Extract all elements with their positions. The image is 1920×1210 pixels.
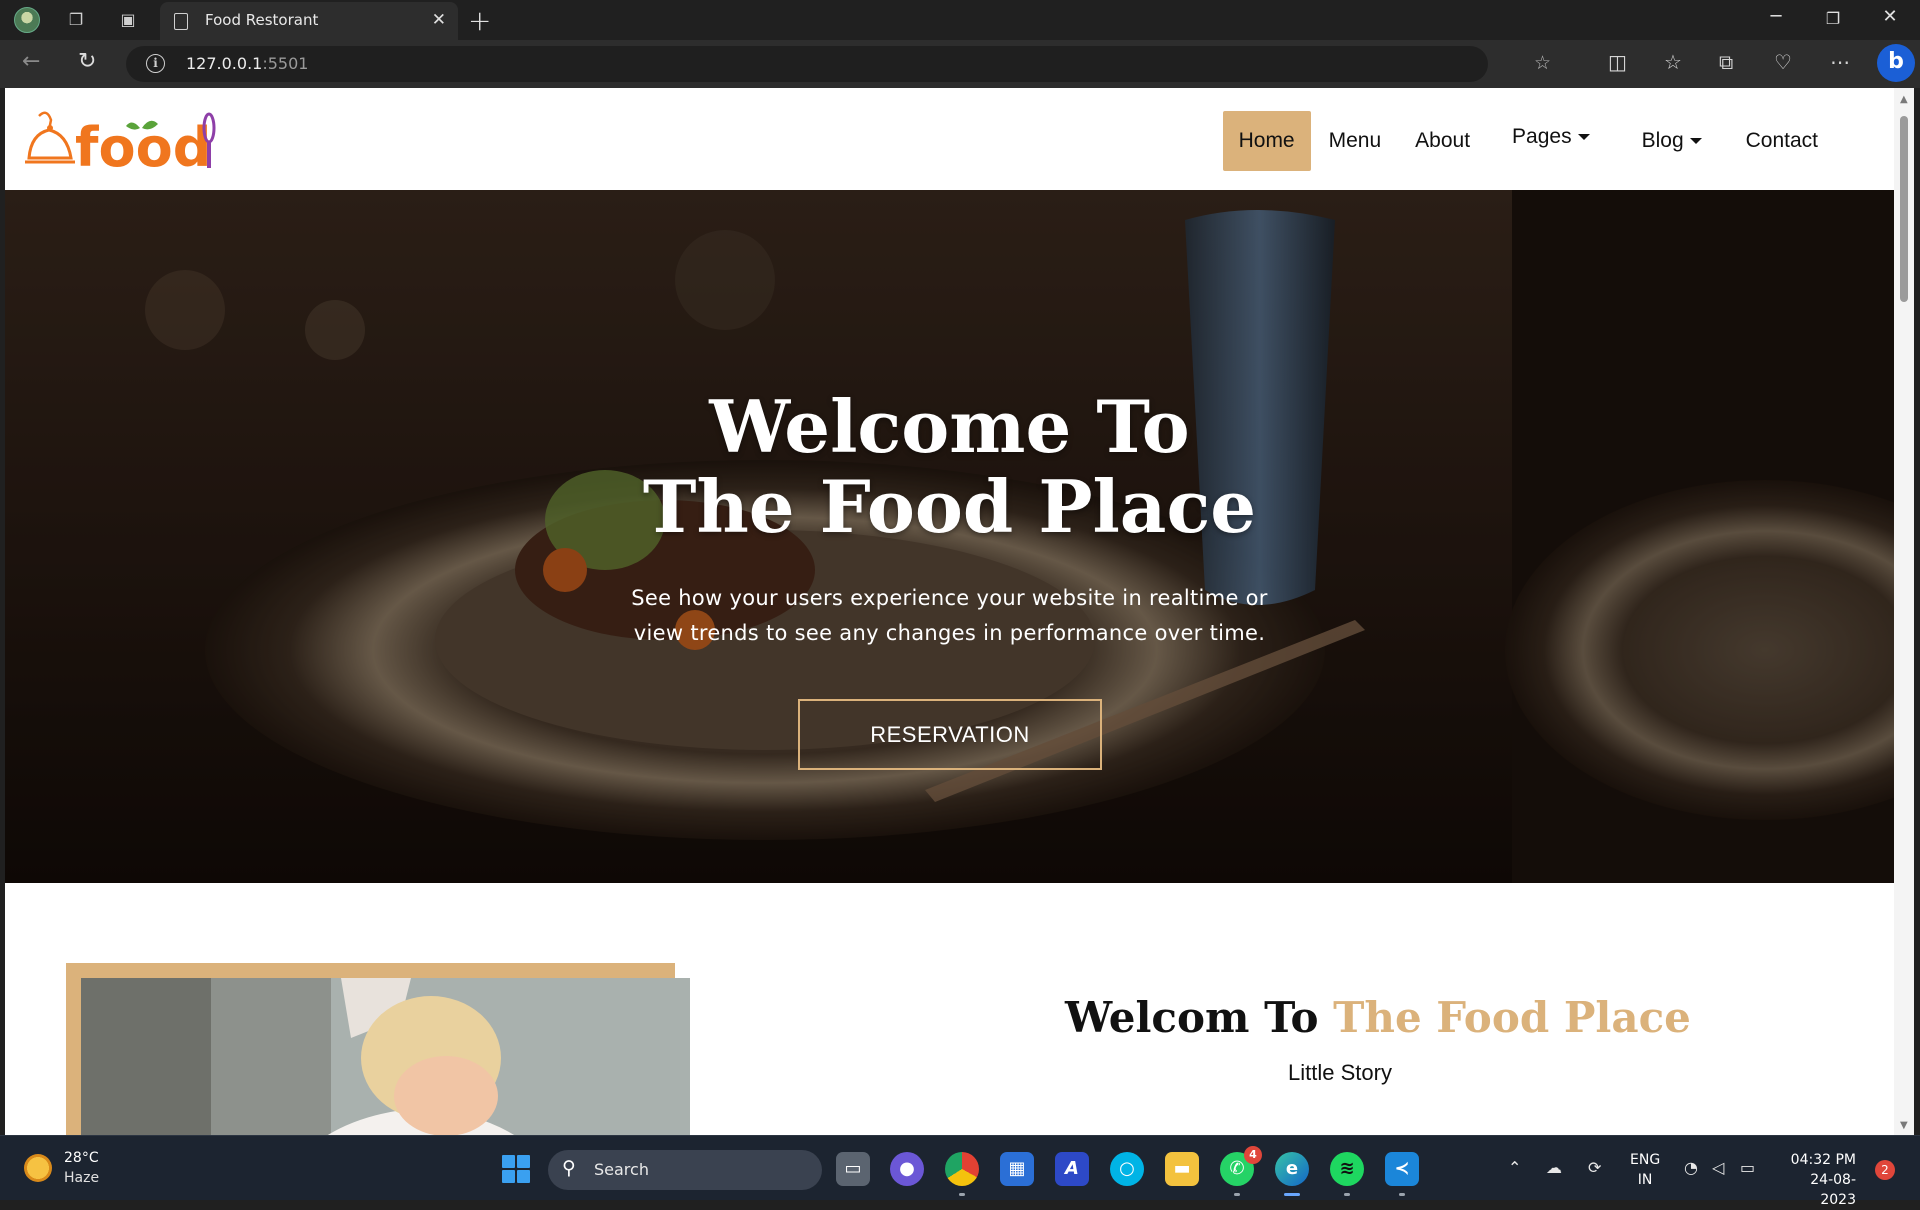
caret-down-icon — [1689, 138, 1702, 145]
about-heading-prefix: Welcom To — [1065, 993, 1319, 1042]
site-header: food Home Menu About Pages Blog Contact — [5, 88, 1894, 190]
restore-button[interactable]: ❐ — [1813, 9, 1853, 28]
sync-icon[interactable]: ⟳ — [1588, 1158, 1601, 1177]
url-text: 127.0.0.1:5501 — [186, 54, 309, 73]
edge-icon[interactable]: e — [1275, 1152, 1309, 1196]
svg-text:food: food — [75, 116, 211, 176]
onedrive-cloud-icon[interactable]: ☁ — [1546, 1158, 1562, 1177]
about-subheading: Little Story — [1288, 1060, 1392, 1085]
scroll-down-icon[interactable]: ▼ — [1900, 1120, 1908, 1131]
hero-subtitle-line2: view trends to see any changes in perfor… — [633, 621, 1266, 645]
weather-temperature: 28°C — [64, 1150, 99, 1166]
alexa-icon[interactable]: ○ — [1110, 1152, 1144, 1186]
search-icon: ⚲ — [562, 1157, 576, 1179]
browser-essentials-icon[interactable]: ♡ — [1774, 50, 1792, 74]
hero-title-line2: The Food Place — [642, 464, 1257, 549]
system-clock[interactable]: 04:32 PM 24-08-2023 — [1776, 1150, 1856, 1210]
clock-date: 24-08-2023 — [1810, 1172, 1856, 1208]
about-heading-accent: The Food Place — [1333, 993, 1691, 1042]
lang-line2: IN — [1637, 1172, 1653, 1188]
profile-avatar[interactable] — [14, 7, 40, 33]
site-info-icon[interactable]: i — [146, 54, 165, 73]
close-tab-icon[interactable]: ✕ — [432, 10, 446, 30]
reservation-button[interactable]: RESERVATION — [798, 699, 1102, 770]
nav-blog-dropdown[interactable]: Blog — [1618, 111, 1728, 171]
weather-condition: Haze — [64, 1170, 100, 1186]
hero-banner: Welcome To The Food Place See how your us… — [5, 190, 1894, 883]
whatsapp-icon[interactable]: ✆ 4 — [1220, 1146, 1262, 1196]
back-icon[interactable]: ← — [22, 49, 40, 74]
file-explorer-icon[interactable]: ▬ — [1165, 1152, 1199, 1186]
language-indicator[interactable]: ENG IN — [1630, 1150, 1660, 1190]
page-icon — [174, 13, 188, 30]
nav-home[interactable]: Home — [1222, 111, 1311, 171]
lang-line1: ENG — [1630, 1152, 1661, 1168]
task-view-icon[interactable]: ▭ — [836, 1152, 870, 1186]
tab-actions-icon[interactable]: ▣ — [118, 10, 138, 30]
chef-image — [81, 978, 690, 1135]
reload-icon[interactable]: ↻ — [78, 49, 96, 74]
collections-icon[interactable]: ⧉ — [1719, 50, 1733, 74]
battery-icon[interactable]: ▭ — [1740, 1158, 1755, 1177]
hero-subtitle: See how your users experience your websi… — [5, 581, 1894, 651]
chef-photo — [81, 978, 690, 1135]
nav-pages-dropdown[interactable]: Pages — [1488, 111, 1616, 171]
hero-title: Welcome To The Food Place — [5, 387, 1894, 547]
url-field[interactable]: i 127.0.0.1:5501 ☆ — [126, 46, 1551, 82]
volume-icon[interactable]: ◁ — [1712, 1158, 1724, 1177]
scrollbar-thumb[interactable] — [1900, 116, 1908, 302]
main-navigation: Home Menu About Pages Blog Contact — [1221, 111, 1834, 171]
taskbar-search-label: Search — [594, 1160, 649, 1179]
microsoft-store-icon[interactable]: ▦ — [1000, 1152, 1034, 1186]
browser-address-bar: ← ↻ i 127.0.0.1:5501 ☆ ◫ ☆ ⧉ ♡ ⋯ b — [0, 40, 1920, 88]
taskbar-search[interactable]: ⚲ Search — [548, 1150, 822, 1190]
about-section: Welcom To The Food Place Little Story — [5, 883, 1894, 1135]
hero-title-line1: Welcome To — [709, 384, 1190, 469]
tab-title: Food Restorant — [205, 11, 319, 29]
chrome-icon[interactable] — [945, 1152, 979, 1196]
scroll-up-icon[interactable]: ▲ — [1900, 94, 1908, 105]
food-logo-image: food — [25, 111, 216, 179]
wifi-icon[interactable]: ◔ — [1684, 1158, 1698, 1177]
minimize-button[interactable]: ─ — [1756, 6, 1796, 27]
page-scrollbar[interactable]: ▲ ▼ — [1894, 88, 1914, 1135]
clock-time: 04:32 PM — [1790, 1152, 1856, 1168]
page-viewport: food Home Menu About Pages Blog Contact — [5, 88, 1894, 1135]
favorites-icon[interactable]: ☆ — [1664, 50, 1682, 74]
split-screen-icon[interactable]: ◫ — [1608, 50, 1627, 74]
hero-subtitle-line1: See how your users experience your websi… — [631, 586, 1268, 610]
show-hidden-icons-chevron[interactable]: ⌃ — [1508, 1158, 1521, 1177]
teams-chat-icon[interactable]: ● — [890, 1152, 924, 1186]
windows-taskbar: 28°C Haze ⚲ Search ▭ ● ▦ A ○ ▬ ✆ 4 e ≋ ≺ … — [0, 1135, 1920, 1208]
food-logo[interactable]: food — [25, 106, 221, 179]
notification-badge[interactable]: 2 — [1875, 1160, 1895, 1180]
mongodb-compass-icon[interactable]: A — [1055, 1152, 1089, 1186]
vscode-icon[interactable]: ≺ — [1385, 1152, 1419, 1196]
tab-food-restorant[interactable]: Food Restorant ✕ — [160, 2, 458, 40]
spotify-icon[interactable]: ≋ — [1330, 1152, 1364, 1196]
nav-pages-label: Pages — [1512, 125, 1572, 148]
start-button[interactable] — [502, 1155, 530, 1183]
favorite-star-icon[interactable]: ☆ — [1534, 52, 1551, 74]
nav-about[interactable]: About — [1399, 111, 1486, 171]
nav-blog-label: Blog — [1641, 129, 1684, 152]
workspaces-icon[interactable]: ❐ — [66, 10, 86, 30]
nav-menu[interactable]: Menu — [1313, 111, 1398, 171]
browser-tab-bar: ❐ ▣ Food Restorant ✕ + ─ ❐ ✕ — [0, 0, 1920, 40]
caret-down-icon — [1577, 134, 1590, 141]
about-heading: Welcom To The Food Place — [1065, 993, 1691, 1042]
close-window-button[interactable]: ✕ — [1870, 6, 1910, 27]
haze-sun-icon — [24, 1154, 52, 1182]
bing-chat-icon[interactable]: b — [1877, 44, 1915, 82]
new-tab-button[interactable]: + — [468, 4, 491, 37]
nav-contact[interactable]: Contact — [1730, 111, 1834, 171]
whatsapp-badge: 4 — [1244, 1146, 1262, 1164]
more-options-icon[interactable]: ⋯ — [1830, 50, 1850, 74]
